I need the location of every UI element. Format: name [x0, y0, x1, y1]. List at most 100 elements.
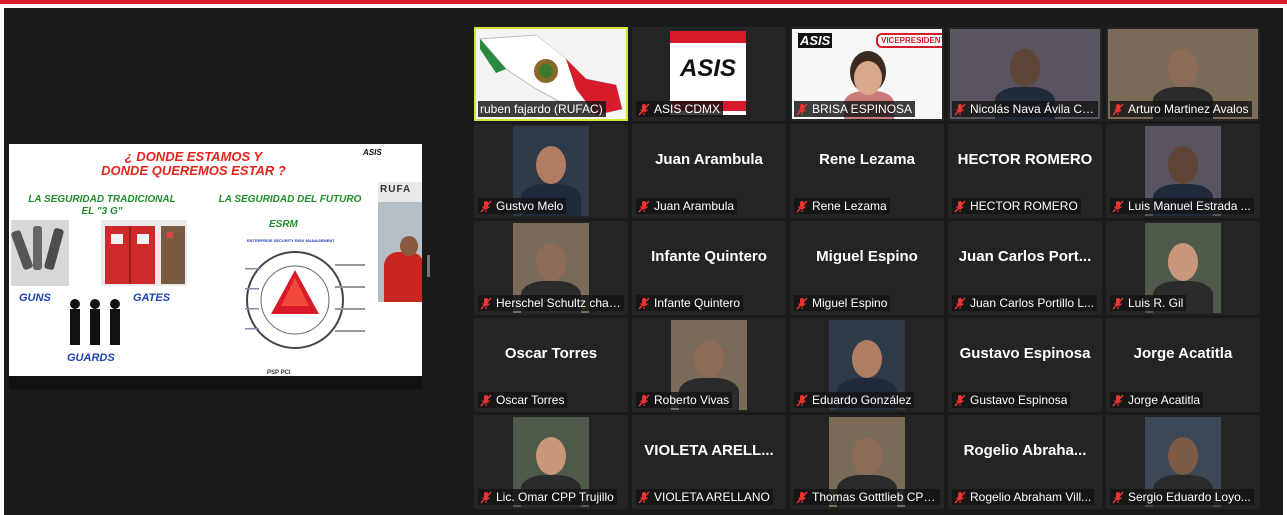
participant-face [852, 340, 882, 378]
muted-microphone-icon [1112, 490, 1124, 504]
participant-display-name: Infante Quintero [654, 296, 741, 310]
muted-microphone-icon [954, 102, 966, 116]
muted-microphone-icon [638, 490, 650, 504]
participant-name-label: HECTOR ROMERO [952, 198, 1081, 214]
participant-face [1168, 146, 1198, 184]
participant-tile[interactable]: Herschel Schultz chav... [474, 221, 628, 315]
participant-face [1168, 49, 1198, 87]
role-badge: VICEPRESIDENTA [876, 33, 942, 48]
participant-face [536, 146, 566, 184]
participant-face [536, 437, 566, 475]
participant-name-label: Eduardo González [794, 392, 915, 408]
participant-name-label: Infante Quintero [636, 295, 744, 311]
participant-face [536, 243, 566, 281]
participant-tile[interactable]: Luis R. Gil [1106, 221, 1260, 315]
participant-tile[interactable]: VIOLETA ARELL... VIOLETA ARELLANO [632, 415, 786, 509]
participant-display-name: Sergio Eduardo Loyo... [1128, 490, 1251, 504]
participant-tile[interactable]: Nicolás Nava Ávila CPP [948, 27, 1102, 121]
participant-tile[interactable]: ASIS ASIS CDMX [632, 27, 786, 121]
participant-name-label: Juan Carlos Portillo L... [952, 295, 1098, 311]
participant-name-label: Herschel Schultz chav... [478, 295, 624, 311]
participant-display-name: Nicolás Nava Ávila CPP [970, 102, 1095, 116]
participant-tile[interactable]: Infante Quintero Infante Quintero [632, 221, 786, 315]
participant-display-name: Gustvo Melo [496, 199, 564, 213]
gates-image [101, 220, 187, 286]
participant-name-label: Nicolás Nava Ávila CPP [952, 101, 1098, 117]
participant-tile[interactable]: Lic. Omar CPP Trujillo [474, 415, 628, 509]
participant-tile[interactable]: ASIS VICEPRESIDENTA BRISA ESPINOSA [790, 27, 944, 121]
participant-name-label: Miguel Espino [794, 295, 891, 311]
participant-display-name: Eduardo González [812, 393, 912, 407]
presentation-slide: ¿ DONDE ESTAMOS Y DONDE QUEREMOS ESTAR ?… [9, 144, 382, 376]
participant-tile[interactable]: Luis Manuel Estrada ... [1106, 124, 1260, 218]
muted-microphone-icon [480, 199, 492, 213]
muted-microphone-icon [638, 296, 650, 310]
participant-name-placeholder: HECTOR ROMERO [957, 151, 1093, 168]
esrm-label: ESRM [269, 219, 298, 230]
participant-tile[interactable]: Rene Lezama Rene Lezama [790, 124, 944, 218]
participant-tile[interactable]: Gustavo Espinosa Gustavo Espinosa [948, 318, 1102, 412]
muted-microphone-icon [954, 490, 966, 504]
participant-tile[interactable]: Juan Arambula Juan Arambula [632, 124, 786, 218]
participant-name-label: Lic. Omar CPP Trujillo [478, 489, 617, 505]
participant-tile[interactable]: Rogelio Abraha... Rogelio Abraham Vill... [948, 415, 1102, 509]
participant-name-placeholder: Rogelio Abraha... [963, 442, 1087, 459]
slide-title-line2: DONDE QUEREMOS ESTAR ? [101, 163, 286, 178]
muted-microphone-icon [796, 199, 808, 213]
participant-name-label: Arturo Martinez Avalos [1110, 101, 1252, 117]
participant-display-name: BRISA ESPINOSA [812, 102, 913, 116]
participant-name-label: VIOLETA ARELLANO [636, 489, 773, 505]
participant-display-name: Oscar Torres [496, 393, 565, 407]
participant-name-label: Luis Manuel Estrada ... [1110, 198, 1254, 214]
participant-face [854, 61, 882, 95]
participant-tile[interactable]: Roberto Vivas [632, 318, 786, 412]
muted-microphone-icon [480, 393, 492, 407]
muted-microphone-icon [1112, 296, 1124, 310]
view-splitter-handle[interactable] [427, 255, 430, 277]
guards-image [63, 296, 127, 348]
presenter-body [384, 252, 422, 302]
participant-name-label: BRISA ESPINOSA [794, 101, 916, 117]
traditional-security-heading: LA SEGURIDAD TRADICIONAL EL "3 G" [17, 194, 187, 218]
participant-name-placeholder: Juan Arambula [655, 151, 763, 168]
slide-title: ¿ DONDE ESTAMOS Y DONDE QUEREMOS ESTAR ? [9, 150, 378, 178]
participant-tile[interactable]: Thomas Gotttlieb CPP... [790, 415, 944, 509]
participant-name-label: Roberto Vivas [636, 392, 733, 408]
participant-tile[interactable]: Miguel Espino Miguel Espino [790, 221, 944, 315]
participant-name-placeholder: VIOLETA ARELL... [644, 442, 774, 459]
muted-microphone-icon [638, 199, 650, 213]
traditional-heading-line1: LA SEGURIDAD TRADICIONAL [28, 194, 176, 205]
participant-tile[interactable]: HECTOR ROMERO HECTOR ROMERO [948, 124, 1102, 218]
future-security-heading: LA SEGURIDAD DEL FUTURO [218, 194, 362, 205]
window-top-accent [0, 0, 1287, 4]
participant-tile[interactable]: Jorge Acatitla Jorge Acatitla [1106, 318, 1260, 412]
muted-microphone-icon [954, 296, 966, 310]
presenter-video-strip: RUFA [378, 182, 422, 302]
muted-microphone-icon [1112, 199, 1124, 213]
participant-name-placeholder: Miguel Espino [816, 248, 918, 265]
participant-tile[interactable]: Eduardo González [790, 318, 944, 412]
participant-display-name: Herschel Schultz chav... [496, 296, 621, 310]
muted-microphone-icon [1112, 393, 1124, 407]
participant-name-label: ruben fajardo (RUFAC) [478, 101, 606, 117]
participant-tile[interactable]: Juan Carlos Port... Juan Carlos Portillo … [948, 221, 1102, 315]
participant-tile[interactable]: Oscar Torres Oscar Torres [474, 318, 628, 412]
muted-microphone-icon [796, 393, 808, 407]
participant-display-name: Luis Manuel Estrada ... [1128, 199, 1251, 213]
participant-name-placeholder: Infante Quintero [651, 248, 767, 265]
participant-name-label: Rene Lezama [794, 198, 890, 214]
participant-tile[interactable]: Sergio Eduardo Loyo... [1106, 415, 1260, 509]
participant-name-placeholder: Gustavo Espinosa [959, 345, 1091, 362]
presenter-wall-text: RUFA [380, 184, 412, 195]
participant-name-label: Thomas Gotttlieb CPP... [794, 489, 940, 505]
participant-display-name: Jorge Acatitla [1128, 393, 1201, 407]
participant-tile[interactable]: Gustvo Melo [474, 124, 628, 218]
shared-screen[interactable]: ¿ DONDE ESTAMOS Y DONDE QUEREMOS ESTAR ?… [9, 144, 422, 389]
participant-face [852, 437, 882, 475]
participant-tile[interactable]: ruben fajardo (RUFAC) [474, 27, 628, 121]
participant-tile[interactable]: Arturo Martinez Avalos [1106, 27, 1260, 121]
participant-name-label: Juan Arambula [636, 198, 738, 214]
shared-screen-bottom-bar [9, 376, 422, 389]
muted-microphone-icon [796, 490, 808, 504]
participant-display-name: Rene Lezama [812, 199, 887, 213]
